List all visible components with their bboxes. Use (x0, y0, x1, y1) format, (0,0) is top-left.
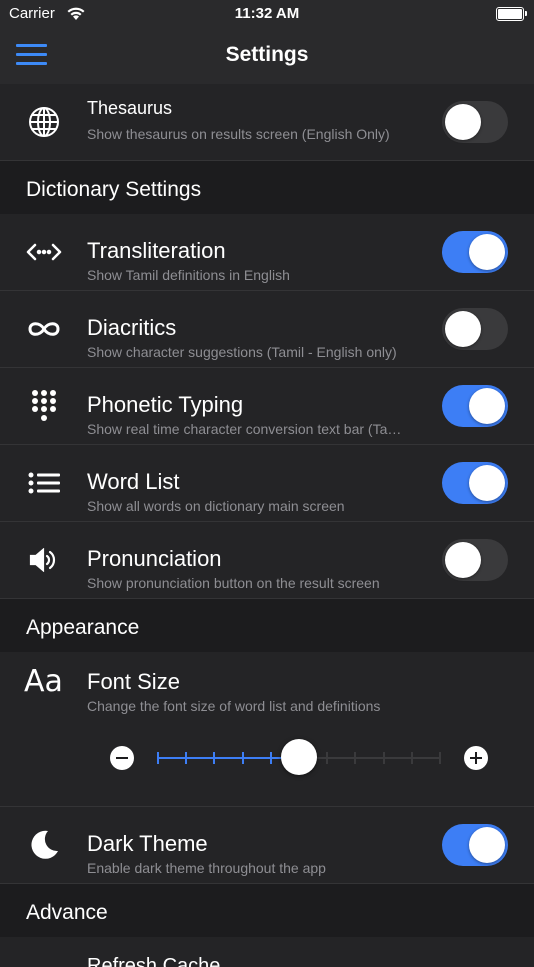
section-header-dictionary: Dictionary Settings (0, 161, 534, 214)
font-size-title: Font Size (87, 669, 180, 694)
phonetic-typing-subtitle: Show real time character conversion text… (87, 421, 407, 437)
slider-tick (326, 752, 329, 764)
refresh-cache-title: Refresh Cache (87, 955, 221, 967)
slider-tick (354, 752, 357, 764)
slider-tick (185, 752, 188, 764)
transliteration-toggle[interactable] (442, 231, 508, 273)
slider-tick (382, 752, 385, 764)
pronunciation-toggle[interactable] (442, 539, 508, 581)
dark-theme-toggle[interactable] (442, 824, 508, 866)
phonetic-typing-title: Phonetic Typing (87, 392, 244, 417)
word-list-row: Word List Show all words on dictionary m… (0, 445, 534, 522)
section-label: Dictionary Settings (26, 178, 202, 201)
slider-tick (410, 752, 413, 764)
phonetic-typing-row: Phonetic Typing Show real time character… (0, 368, 534, 445)
speaker-icon (24, 544, 64, 576)
dark-theme-title: Dark Theme (87, 831, 208, 856)
diacritics-row: Diacritics Show character suggestions (T… (0, 291, 534, 368)
slider-tick (439, 752, 441, 764)
code-arrows-icon (24, 236, 64, 268)
font-size-row: Aa Font Size Change the font size of wor… (0, 652, 534, 807)
section-label: Advance (26, 901, 108, 924)
pronunciation-title: Pronunciation (87, 546, 222, 571)
word-list-title: Word List (87, 469, 180, 494)
refresh-cache-row[interactable]: Refresh Cache (0, 937, 534, 967)
transliteration-row: Transliteration Show Tamil definitions i… (0, 214, 534, 291)
keypad-icon (24, 390, 64, 422)
infinity-icon (24, 313, 64, 345)
transliteration-title: Transliteration (87, 238, 226, 263)
slider-tick (213, 752, 216, 764)
diacritics-title: Diacritics (87, 315, 177, 340)
settings-list: Thesaurus Show thesaurus on results scre… (0, 84, 534, 967)
thesaurus-subtitle: Show thesaurus on results screen (Englis… (87, 126, 390, 142)
moon-icon (24, 829, 64, 861)
diacritics-subtitle: Show character suggestions (Tamil - Engl… (87, 344, 397, 360)
section-header-appearance: Appearance (0, 599, 534, 652)
font-size-icon: Aa (24, 664, 63, 699)
dark-theme-row: Dark Theme Enable dark theme throughout … (0, 807, 534, 884)
font-size-subtitle: Change the font size of word list and de… (87, 698, 381, 714)
pronunciation-subtitle: Show pronunciation button on the result … (87, 575, 380, 591)
list-icon (24, 467, 64, 499)
decrease-font-icon[interactable] (110, 746, 134, 770)
thesaurus-title: Thesaurus (87, 98, 173, 118)
word-list-toggle[interactable] (442, 462, 508, 504)
clock: 11:32 AM (234, 5, 300, 22)
thesaurus-toggle[interactable] (442, 101, 508, 143)
slider-tick (157, 752, 159, 764)
globe-icon (24, 106, 64, 138)
section-label: Appearance (26, 616, 140, 639)
page-title: Settings (225, 43, 309, 66)
font-size-slider (110, 739, 488, 775)
phonetic-typing-toggle[interactable] (442, 385, 508, 427)
section-header-advance: Advance (0, 884, 534, 937)
word-list-subtitle: Show all words on dictionary main screen (87, 498, 345, 514)
status-bar: Carrier 11:32 AM (0, 0, 534, 28)
thesaurus-row: Thesaurus Show thesaurus on results scre… (0, 84, 534, 161)
slider-tick (241, 752, 244, 764)
font-size-thumb[interactable] (281, 739, 317, 775)
dark-theme-subtitle: Enable dark theme throughout the app (87, 860, 326, 876)
nav-bar: Settings (0, 28, 534, 84)
font-size-track[interactable] (157, 739, 441, 775)
diacritics-toggle[interactable] (442, 308, 508, 350)
pronunciation-row: Pronunciation Show pronunciation button … (0, 522, 534, 599)
slider-tick (269, 752, 272, 764)
battery-icon (496, 7, 527, 21)
transliteration-subtitle: Show Tamil definitions in English (87, 267, 290, 283)
increase-font-icon[interactable] (464, 746, 488, 770)
